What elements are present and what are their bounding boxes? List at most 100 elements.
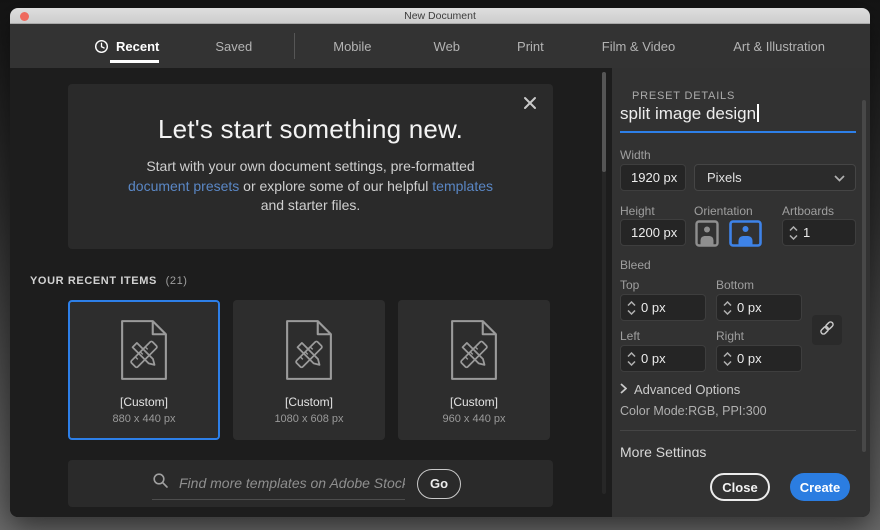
recent-item-size: 880 x 440 px [113,413,176,425]
tab-label: Saved [215,39,252,54]
active-tab-underline [110,60,159,63]
bleed-right-stepper[interactable]: 0 px [716,345,802,372]
link-icon [817,318,837,343]
templates-pane: Let's start something new. Start with yo… [10,68,612,517]
window-title: New Document [10,10,870,22]
link-bleed-values-button[interactable] [812,315,842,345]
stepper-up-icon [723,352,732,357]
stepper-down-icon [627,310,636,315]
tab-label: Mobile [333,39,371,54]
recent-item-name: [Custom] [285,395,333,409]
bleed-top-value: 0 px [641,300,666,315]
recent-item-name: [Custom] [450,395,498,409]
width-label: Width [620,148,651,162]
tab-web[interactable]: Web [434,24,461,68]
artboards-stepper[interactable]: 1 [782,219,856,246]
bleed-bottom-value: 0 px [737,300,762,315]
banner-text: Start with your own document settings, p… [146,158,474,174]
stepper-up-icon [627,301,636,306]
tab-saved[interactable]: Saved [215,24,252,68]
divider [620,430,856,431]
stepper-arrows[interactable] [717,301,737,315]
bleed-bottom-stepper[interactable]: 0 px [716,294,802,321]
tab-label: Art & Illustration [733,39,825,54]
orientation-label: Orientation [694,204,753,218]
bleed-top-stepper[interactable]: 0 px [620,294,706,321]
stepper-arrows[interactable] [621,301,641,315]
bleed-bottom-label: Bottom [716,278,754,292]
bleed-left-label: Left [620,329,640,343]
tab-recent[interactable]: Recent [94,24,159,68]
banner-text: or explore some of our helpful [239,178,432,194]
recent-item-size: 960 x 440 px [443,413,506,425]
advanced-options-label: Advanced Options [634,382,740,397]
templates-link[interactable]: templates [432,178,493,194]
recent-items-heading: YOUR RECENT ITEMS (21) [30,275,188,287]
document-icon [116,318,172,387]
create-button[interactable]: Create [790,473,850,501]
search-input[interactable] [179,475,405,491]
search-icon [152,472,169,494]
tab-film-video[interactable]: Film & Video [602,24,675,68]
bleed-label: Bleed [620,258,651,272]
bleed-right-value: 0 px [737,351,762,366]
tab-label: Recent [116,39,159,54]
text-cursor [757,104,759,122]
height-input[interactable]: 1200 px [620,219,686,246]
advanced-options-toggle[interactable]: Advanced Options [620,382,740,397]
recent-item-name: [Custom] [120,395,168,409]
stepper-arrows[interactable] [717,352,737,366]
category-tab-bar: Recent Saved Mobile Web Print Film & Vid… [10,24,870,68]
height-value: 1200 px [631,225,677,240]
stepper-down-icon [723,310,732,315]
title-bar: New Document [10,8,870,24]
stepper-arrows[interactable] [621,352,641,366]
go-button[interactable]: Go [417,469,461,499]
document-icon [446,318,502,387]
close-icon[interactable] [523,96,537,115]
width-input[interactable]: 1920 px [620,164,686,191]
recent-item-card[interactable]: [Custom] 960 x 440 px [398,300,550,440]
banner-heading: Let's start something new. [68,114,553,145]
document-name-value: split image design [620,104,756,123]
tab-label: Film & Video [602,39,675,54]
landscape-icon[interactable] [728,219,762,247]
tab-mobile[interactable]: Mobile [333,24,371,68]
tab-label: Web [434,39,461,54]
units-value: Pixels [707,170,742,185]
scrollbar-thumb[interactable] [862,100,866,452]
tab-print[interactable]: Print [517,24,544,68]
tab-art-illustration[interactable]: Art & Illustration [733,24,825,68]
recent-items-grid: [Custom] 880 x 440 px [68,300,550,440]
bleed-left-stepper[interactable]: 0 px [620,345,706,372]
recent-items-count: (21) [166,275,188,287]
adobe-stock-search-bar: Go [68,460,553,507]
width-value: 1920 px [631,170,677,185]
preset-details-heading: PRESET DETAILS [632,90,735,102]
recent-item-size: 1080 x 608 px [274,413,343,425]
scrollbar-thumb[interactable] [602,72,606,172]
color-mode-summary: Color Mode:RGB, PPI:300 [620,404,767,418]
more-settings-heading[interactable]: More Settings [620,444,706,457]
close-button[interactable]: Close [710,473,770,501]
artboards-label: Artboards [782,204,834,218]
recent-item-card[interactable]: [Custom] 880 x 440 px [68,300,220,440]
tab-label: Print [517,39,544,54]
banner-text: and starter files. [261,197,361,213]
stepper-down-icon [627,361,636,366]
stepper-down-icon [723,361,732,366]
stepper-up-icon [723,301,732,306]
bleed-left-value: 0 px [641,351,666,366]
recent-item-card[interactable]: [Custom] 1080 x 608 px [233,300,385,440]
portrait-icon[interactable] [694,219,720,247]
tab-divider [294,33,295,59]
document-name-field[interactable]: split image design [620,104,856,124]
bleed-top-label: Top [620,278,639,292]
search-field [152,472,405,500]
stepper-up-icon [627,352,636,357]
document-presets-link[interactable]: document presets [128,178,239,194]
preset-details-panel: PRESET DETAILS split image design Width … [612,68,870,517]
stepper-down-icon [789,235,798,240]
stepper-arrows[interactable] [783,226,803,240]
units-dropdown[interactable]: Pixels [694,164,856,191]
